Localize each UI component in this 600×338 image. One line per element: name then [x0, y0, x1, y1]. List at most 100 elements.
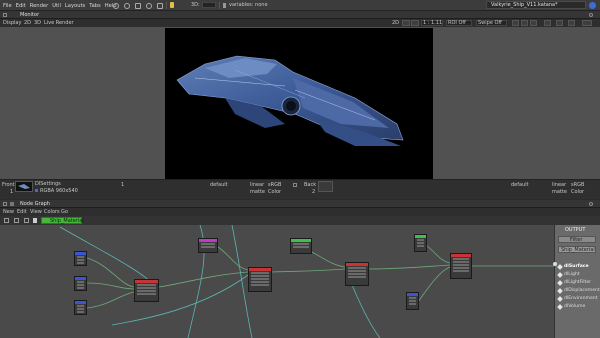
ng-menu-go[interactable]: Go — [61, 210, 68, 215]
output-filter-label: Filter — [570, 237, 583, 243]
monitor-header — [0, 11, 600, 19]
space-right-dropdown[interactable]: linear — [552, 183, 566, 188]
monitor-tab-display[interactable]: Display — [3, 21, 21, 26]
diamond-icon — [557, 263, 563, 270]
back-index: 2 — [312, 189, 316, 195]
main-menu: File Edit Render Util Layouts Tabs Help — [3, 3, 117, 9]
output-input-port[interactable] — [553, 262, 557, 266]
output-item-dllightfilter[interactable]: dlLightFilter — [557, 279, 591, 286]
shader-node-1[interactable] — [134, 279, 159, 302]
menu-render[interactable]: Render — [30, 3, 48, 9]
output-item-dlvolume[interactable]: dlVolume — [557, 303, 585, 310]
settings-icon[interactable] — [124, 2, 130, 9]
panel-menu-icon[interactable] — [3, 13, 7, 17]
texture-node-2[interactable] — [74, 276, 87, 291]
ng-menu-view[interactable]: View — [30, 210, 42, 215]
texture-node-3[interactable] — [74, 300, 87, 315]
view-right-dropdown[interactable]: default — [511, 183, 529, 188]
matte-left-dropdown[interactable]: matte — [250, 190, 265, 195]
home-icon[interactable] — [4, 218, 9, 223]
lightbulb-icon[interactable] — [170, 2, 174, 8]
monitor-title: Monitor — [20, 12, 40, 18]
menu-file[interactable]: File — [3, 3, 12, 9]
shader-node-4[interactable] — [450, 253, 472, 279]
utility-node-3[interactable] — [414, 234, 427, 252]
panel-settings-icon[interactable] — [589, 13, 593, 17]
refresh-icon[interactable] — [113, 2, 119, 9]
stop-icon[interactable] — [157, 2, 163, 9]
monitor-tab-2d[interactable]: 2D — [24, 21, 31, 26]
output-item-dldisplacement[interactable]: dlDisplacement — [557, 287, 600, 294]
menu-layouts[interactable]: Layouts — [65, 3, 85, 9]
srgb-right-dropdown[interactable]: sRGB — [571, 183, 584, 188]
back-arrow-icon[interactable] — [14, 218, 19, 223]
render-image — [165, 28, 433, 179]
color-right-dropdown[interactable]: Color — [571, 190, 584, 195]
variables-label[interactable]: variables: none — [229, 3, 268, 8]
diamond-icon — [557, 295, 563, 302]
mode-3d-dropdown[interactable] — [202, 2, 216, 8]
menu-tabs[interactable]: Tabs — [89, 3, 100, 9]
monitor-tab-3d[interactable]: 3D — [34, 21, 41, 26]
separator — [219, 2, 220, 9]
monitor-footer — [0, 179, 600, 199]
srgb-left-dropdown[interactable]: sRGB — [268, 183, 281, 188]
menu-bar: File Edit Render Util Layouts Tabs Help … — [0, 0, 600, 11]
center-view-button[interactable] — [411, 20, 419, 26]
ng-menu-edit[interactable]: Edit — [17, 210, 27, 215]
utility-node-1[interactable] — [198, 238, 218, 253]
frame-number: 1 — [121, 182, 125, 188]
exposure-button[interactable] — [544, 20, 551, 26]
lock-icon[interactable] — [33, 218, 37, 223]
view-2d-label[interactable]: 2D — [392, 21, 399, 26]
channel-b-button[interactable] — [530, 20, 537, 26]
output-item-dlenvironment[interactable]: dlEnvironment — [557, 295, 598, 302]
matte-right-dropdown[interactable]: matte — [552, 190, 567, 195]
output-header: OUTPUT — [565, 227, 586, 233]
camera-button[interactable] — [582, 20, 592, 26]
view-left-dropdown[interactable]: default — [210, 183, 228, 188]
nodegraph-settings-icon[interactable] — [589, 202, 593, 206]
lut-button[interactable] — [568, 20, 575, 26]
thumbnail-ship-icon — [18, 184, 30, 189]
menu-util[interactable]: Util — [52, 3, 61, 9]
space-left-dropdown[interactable]: linear — [250, 183, 264, 188]
image-name: DlSettings — [35, 181, 61, 187]
forward-arrow-icon[interactable] — [24, 218, 29, 223]
swap-icon[interactable] — [293, 183, 297, 187]
back-thumbnail[interactable] — [318, 181, 333, 192]
monitor-tab-live-render[interactable]: Live Render — [44, 21, 74, 26]
texture-node-1[interactable] — [74, 251, 87, 266]
roi-value: ROI Off — [448, 20, 466, 26]
ng-menu-colors[interactable]: Colors — [44, 210, 60, 215]
ratio-value: 1 : 1.11 — [423, 20, 443, 26]
shader-node-3[interactable] — [345, 262, 369, 286]
front-label: Front — [2, 182, 15, 188]
image-info: RGBA 960x540 — [40, 188, 78, 194]
color-left-dropdown[interactable]: Color — [268, 190, 281, 195]
gamma-button[interactable] — [556, 20, 563, 26]
fit-view-button[interactable] — [402, 20, 410, 26]
info-icon[interactable] — [589, 2, 596, 9]
nodegraph-pin-icon[interactable] — [10, 202, 14, 206]
nodegraph-breadcrumb-bar — [0, 216, 600, 225]
menu-edit[interactable]: Edit — [16, 3, 26, 9]
back-label: Back — [304, 182, 317, 188]
utility-node-2[interactable] — [290, 238, 312, 254]
output-item-dlsurface[interactable]: dlSurface — [557, 263, 589, 270]
spaceship-render — [176, 55, 404, 146]
variables-icon — [223, 3, 226, 8]
swipe-value: Swipe Off — [478, 20, 502, 26]
output-item-dllight[interactable]: dlLight — [557, 271, 580, 278]
render-icon[interactable] — [135, 2, 141, 9]
channel-r-button[interactable] — [512, 20, 519, 26]
image-thumbnail[interactable] — [15, 181, 33, 192]
texture-node-4[interactable] — [406, 292, 419, 310]
front-index: 1 — [10, 189, 14, 195]
shader-node-2[interactable] — [248, 267, 272, 292]
output-material-label: Ship_Material — [561, 247, 595, 253]
preview-icon[interactable] — [146, 2, 152, 9]
ng-menu-new[interactable]: New — [3, 210, 14, 215]
nodegraph-menu-icon[interactable] — [3, 202, 7, 206]
channel-g-button[interactable] — [521, 20, 528, 26]
